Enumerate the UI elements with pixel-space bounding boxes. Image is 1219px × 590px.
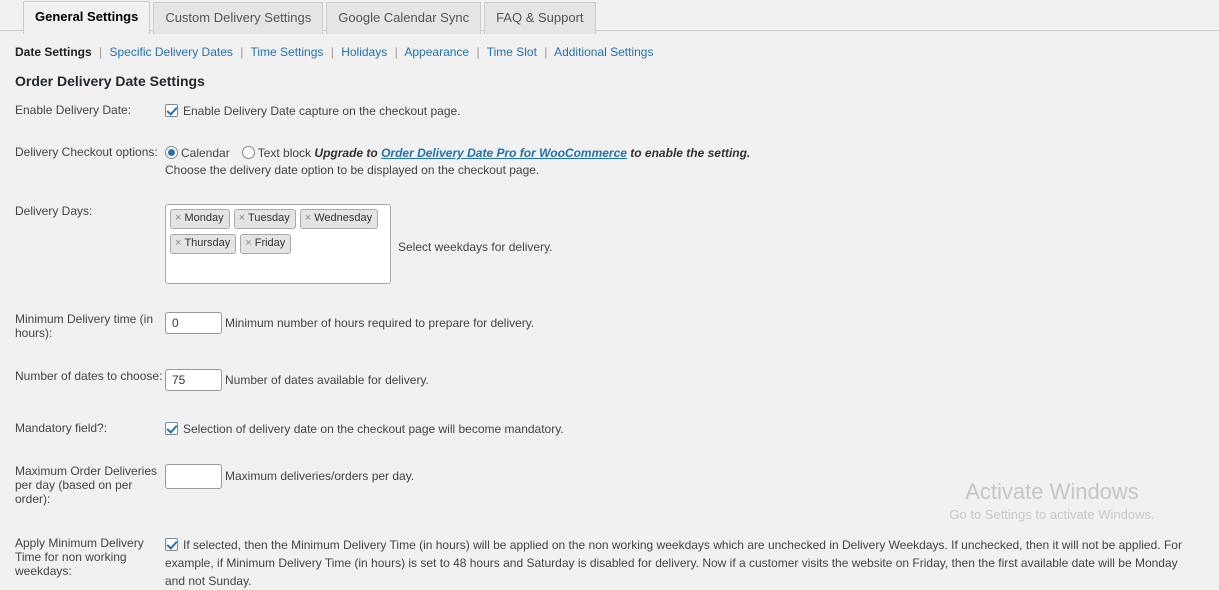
- minimum-delivery-time-input[interactable]: [165, 312, 222, 334]
- subnav-separator: |: [330, 45, 334, 59]
- label-checkout-options: Delivery Checkout options:: [15, 145, 158, 159]
- label-maximum-order-deliveries: Maximum Order Deliveries per day (based …: [15, 464, 158, 506]
- subnav-separator: |: [99, 45, 103, 59]
- label-enable-delivery-date: Enable Delivery Date:: [15, 103, 132, 117]
- subnav-separator: |: [476, 45, 480, 59]
- subnav: Date Settings | Specific Delivery Dates …: [0, 31, 1219, 60]
- chip-tuesday[interactable]: × Tuesday: [233, 209, 296, 229]
- subnav-item-appearance[interactable]: Appearance: [404, 45, 469, 59]
- subnav-item-specific-delivery-dates[interactable]: Specific Delivery Dates: [110, 45, 233, 59]
- delivery-days-multiselect[interactable]: × Monday × Tuesday × Wednesday× Thursday × Frida…: [165, 204, 391, 284]
- radio-calendar-label: Calendar: [181, 146, 230, 160]
- tab-custom-delivery-settings[interactable]: Custom Delivery Settings: [153, 2, 324, 34]
- field-minimum-delivery-time: Minimum number of hours required to prep…: [165, 312, 1219, 334]
- label-number-of-dates: Number of dates to choose:: [15, 369, 163, 383]
- maximum-order-deliveries-help: Maximum deliveries/orders per day.: [225, 469, 415, 483]
- subnav-item-date-settings[interactable]: Date Settings: [15, 45, 92, 59]
- label-minimum-delivery-time: Minimum Delivery time (in hours):: [15, 312, 154, 340]
- chip-remove-icon[interactable]: ×: [245, 237, 251, 249]
- minimum-delivery-time-help: Minimum number of hours required to prep…: [225, 316, 535, 330]
- field-mandatory-field: Selection of delivery date on the checko…: [165, 421, 1219, 437]
- delivery-days-help: Select weekdays for delivery.: [398, 240, 553, 254]
- enable-delivery-date-checkbox[interactable]: [165, 104, 178, 117]
- mandatory-field-checkbox[interactable]: [165, 422, 178, 435]
- number-of-dates-input[interactable]: [165, 369, 222, 391]
- field-apply-minimum-delivery-time: If selected, then the Minimum Delivery T…: [165, 536, 1219, 590]
- chip-label: Friday: [254, 237, 286, 249]
- row-checkout-options: Delivery Checkout options: Calendar Text …: [0, 145, 1219, 178]
- row-enable-delivery-date: Enable Delivery Date: Enable Delivery Da…: [0, 103, 1219, 119]
- checkout-options-radio-group: Calendar Text block Upgrade to Order Deli…: [165, 145, 1219, 161]
- subnav-separator: |: [240, 45, 244, 59]
- row-number-of-dates: Number of dates to choose: Number of dat…: [0, 369, 1219, 391]
- subnav-item-time-slot[interactable]: Time Slot: [487, 45, 537, 59]
- radio-calendar[interactable]: [165, 146, 178, 159]
- field-maximum-order-deliveries: Maximum deliveries/orders per day.: [165, 464, 1219, 489]
- checkout-options-description: Choose the delivery date option to be di…: [165, 163, 540, 177]
- subnav-item-time-settings[interactable]: Time Settings: [250, 45, 323, 59]
- maximum-order-deliveries-input[interactable]: [165, 464, 222, 489]
- enable-delivery-date-text: Enable Delivery Date capture on the chec…: [183, 104, 461, 118]
- row-minimum-delivery-time: Minimum Delivery time (in hours): Minimu…: [0, 312, 1219, 340]
- tab-google-calendar-sync[interactable]: Google Calendar Sync: [326, 2, 482, 34]
- label-delivery-days: Delivery Days:: [15, 204, 93, 218]
- chip-remove-icon[interactable]: ×: [175, 212, 181, 224]
- chip-friday[interactable]: × Friday: [240, 234, 292, 254]
- chip-remove-icon[interactable]: ×: [175, 237, 181, 249]
- apply-minimum-delivery-time-checkbox[interactable]: [165, 538, 178, 551]
- apply-minimum-delivery-time-text: If selected, then the Minimum Delivery T…: [165, 538, 1182, 588]
- upsell-suffix: to enable the setting.: [626, 146, 751, 160]
- field-number-of-dates: Number of dates available for delivery.: [165, 369, 1219, 391]
- chip-label: Tuesday: [248, 212, 290, 224]
- label-apply-minimum-delivery-time: Apply Minimum Delivery Time for non work…: [15, 536, 144, 578]
- number-of-dates-help: Number of dates available for delivery.: [225, 373, 429, 387]
- tab-faq-support[interactable]: FAQ & Support: [484, 2, 596, 34]
- radio-text-block[interactable]: [241, 146, 255, 159]
- label-mandatory-field: Mandatory field?:: [15, 421, 108, 435]
- mandatory-field-text: Selection of delivery date on the checko…: [183, 422, 564, 436]
- chip-remove-icon[interactable]: ×: [305, 212, 311, 224]
- tab-bar: General Settings Custom Delivery Setting…: [0, 0, 1219, 34]
- tab-general-settings[interactable]: General Settings: [23, 1, 151, 34]
- chip-remove-icon[interactable]: ×: [239, 212, 245, 224]
- page-title: Order Delivery Date Settings: [15, 73, 205, 89]
- apply-minimum-delivery-time-paragraph: If selected, then the Minimum Delivery T…: [165, 536, 1203, 590]
- settings-form: Enable Delivery Date: Enable Delivery Da…: [0, 103, 1219, 590]
- field-enable-delivery-date: Enable Delivery Date capture on the chec…: [165, 103, 1219, 119]
- row-delivery-days: Delivery Days: × Monday × Tuesday × Wednesday…: [0, 204, 1219, 284]
- chip-thursday[interactable]: × Thursday: [170, 234, 237, 254]
- upsell-note: Upgrade to Order Delivery Date Pro for W…: [311, 146, 750, 160]
- field-checkout-options: Calendar Text block Upgrade to Order Deli…: [165, 145, 1219, 178]
- upsell-prefix: Upgrade to: [314, 146, 382, 160]
- row-apply-minimum-delivery-time: Apply Minimum Delivery Time for non work…: [0, 536, 1219, 590]
- upsell-link[interactable]: Order Delivery Date Pro for WooCommerce: [381, 146, 627, 160]
- field-delivery-days: × Monday × Tuesday × Wednesday× Thursday × Frida…: [165, 204, 1219, 284]
- chip-wednesday[interactable]: × Wednesday: [299, 209, 379, 229]
- subnav-item-additional-settings[interactable]: Additional Settings: [554, 45, 653, 59]
- row-mandatory-field: Mandatory field?: Selection of delivery …: [0, 421, 1219, 437]
- chip-label: Monday: [184, 212, 224, 224]
- radio-text-block-label: Text block: [257, 146, 312, 160]
- subnav-separator: |: [544, 45, 548, 59]
- subnav-item-holidays[interactable]: Holidays: [341, 45, 387, 59]
- row-maximum-order-deliveries: Maximum Order Deliveries per day (based …: [0, 464, 1219, 506]
- chip-label: Thursday: [184, 237, 231, 249]
- chip-label: Wednesday: [314, 212, 373, 224]
- subnav-separator: |: [394, 45, 398, 59]
- chip-monday[interactable]: × Monday: [170, 209, 230, 229]
